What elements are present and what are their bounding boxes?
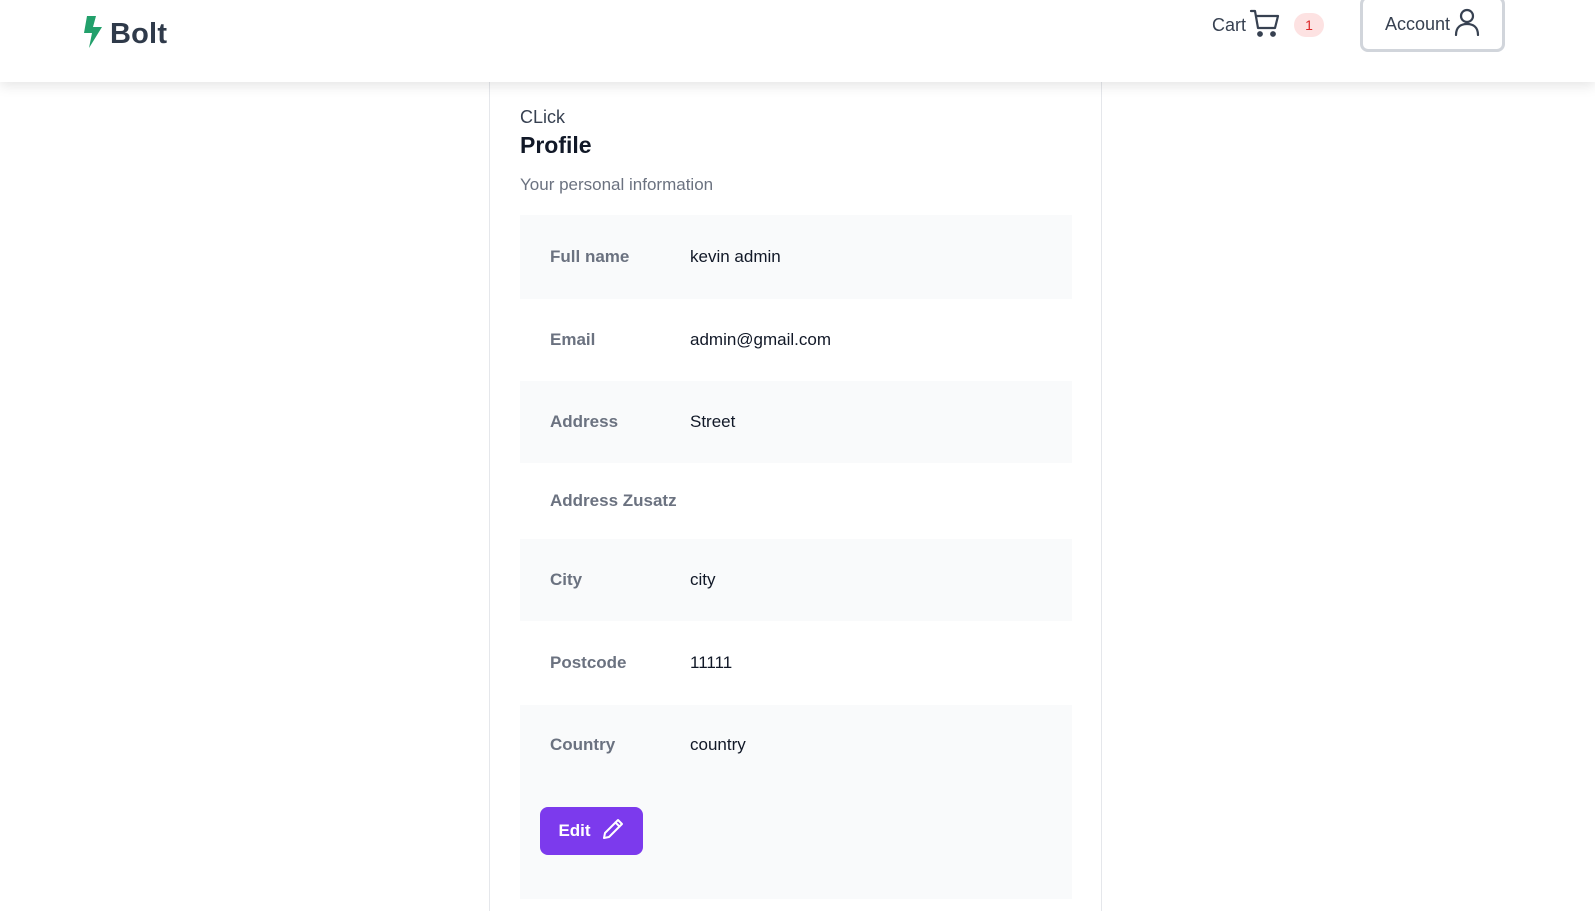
detail-row-postcode: Postcode 11111 xyxy=(520,621,1072,705)
detail-row-full-name: Full name kevin admin xyxy=(520,215,1072,299)
detail-row-country: Country country xyxy=(520,705,1072,785)
detail-row-address-zusatz: Address Zusatz xyxy=(520,463,1072,539)
detail-value: admin@gmail.com xyxy=(690,330,832,349)
detail-label: Address Zusatz xyxy=(550,491,677,510)
profile-panel: CLick Profile Your personal information … xyxy=(489,82,1102,911)
account-label: Account xyxy=(1384,13,1451,34)
cart-count-badge: 1 xyxy=(1294,13,1325,37)
page-subtitle: Your personal information xyxy=(520,175,714,194)
brand-logo[interactable]: Bolt xyxy=(82,15,168,53)
account-button[interactable]: Account xyxy=(1360,0,1505,52)
page-title: Profile xyxy=(520,132,592,158)
brand-name: Bolt xyxy=(110,17,168,50)
user-icon xyxy=(1454,8,1480,41)
detail-row-city: City city xyxy=(520,539,1072,621)
detail-label: Address xyxy=(550,412,619,431)
detail-value: kevin admin xyxy=(690,247,781,266)
pencil-icon xyxy=(601,817,625,846)
detail-value: 11111 xyxy=(690,653,733,672)
edit-label: Edit xyxy=(558,821,591,840)
click-label: CLick xyxy=(520,107,566,127)
top-navbar: Bolt Cart 1 Account xyxy=(0,0,1595,82)
profile-details-list: Full name kevin admin Email admin@gmail.… xyxy=(520,215,1072,899)
shopping-cart-icon xyxy=(1249,7,1281,44)
detail-label: City xyxy=(550,570,583,589)
detail-row-address: Address Street xyxy=(520,381,1072,463)
edit-actions: Edit xyxy=(520,785,1072,899)
detail-value: city xyxy=(690,570,716,589)
detail-label: Postcode xyxy=(550,653,627,672)
edit-button[interactable]: Edit xyxy=(540,807,643,855)
detail-label: Country xyxy=(550,735,616,754)
detail-label: Full name xyxy=(550,247,630,266)
detail-value: Street xyxy=(690,412,736,431)
detail-value: country xyxy=(690,735,746,754)
cart-link[interactable]: Cart 1 xyxy=(1212,7,1325,44)
bolt-icon xyxy=(82,15,104,53)
detail-row-email: Email admin@gmail.com xyxy=(520,299,1072,381)
detail-label: Email xyxy=(550,330,596,349)
cart-label: Cart xyxy=(1212,14,1247,35)
